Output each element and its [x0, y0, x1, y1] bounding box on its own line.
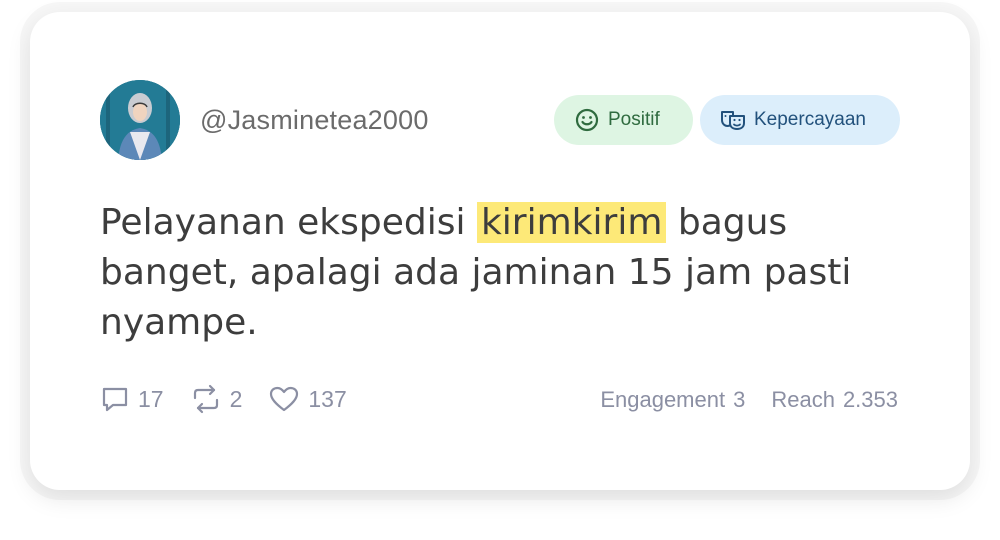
emotion-badge-label: Kepercayaan	[754, 109, 866, 130]
engagement-metric: Engagement 3	[600, 387, 745, 413]
post-text-start: Pelayanan ekspedisi	[100, 202, 477, 243]
retweet-icon	[193, 384, 218, 414]
comment-button[interactable]: 17	[100, 384, 164, 414]
reach-value: 2.353	[842, 387, 898, 412]
username[interactable]: @Jasminetea2000	[200, 104, 429, 136]
avatar-photo	[100, 80, 180, 160]
post-actions: 17 2 137	[100, 384, 373, 414]
like-count: 137	[308, 385, 347, 412]
reach-label: Reach	[771, 387, 835, 412]
emotion-badge[interactable]: Kepercayaan	[700, 95, 900, 145]
retweet-count: 2	[229, 385, 243, 412]
reach-metric: Reach 2.353	[771, 387, 898, 413]
comment-icon	[102, 387, 128, 412]
post-body: Pelayanan ekspedisi kirimkirim bagus ban…	[100, 198, 900, 348]
post-metrics: Engagement 3 Reach 2.353	[574, 387, 898, 413]
sentiment-badge-label: Positif	[608, 109, 660, 130]
retweet-button[interactable]: 2	[190, 384, 243, 414]
heart-icon	[270, 386, 299, 412]
like-button[interactable]: 137	[268, 384, 347, 414]
comment-count: 17	[138, 385, 164, 412]
engagement-label: Engagement	[600, 387, 726, 412]
post-card: @Jasminetea2000 Positif Kepercayaan Pela…	[30, 12, 970, 490]
avatar[interactable]	[100, 80, 180, 160]
theater-masks-icon	[720, 107, 746, 133]
brand-highlight: kirimkirim	[476, 202, 667, 243]
smiley-icon	[574, 107, 600, 133]
engagement-value: 3	[733, 387, 746, 412]
sentiment-badge[interactable]: Positif	[554, 95, 693, 145]
